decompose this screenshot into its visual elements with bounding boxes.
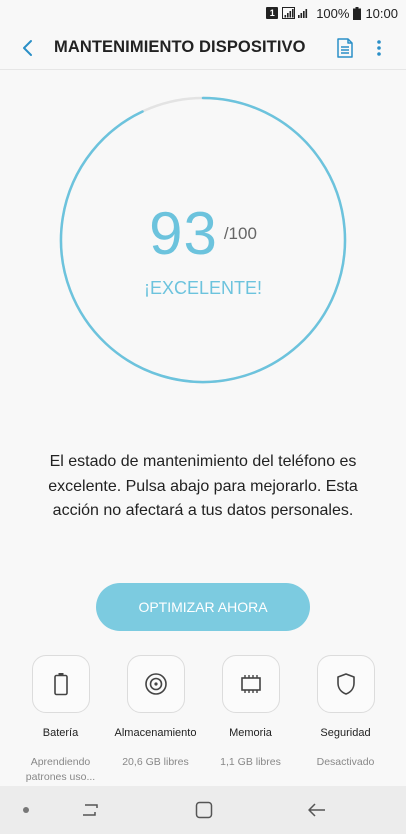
battery-percent: 100%: [316, 5, 350, 21]
app-bar: MANTENIMIENTO DISPOSITIVO: [0, 26, 406, 70]
back-icon: [308, 803, 325, 817]
status-description: El estado de mantenimiento del teléfono …: [48, 453, 358, 519]
tile-icon-box: [126, 655, 185, 713]
clock: 10:00: [365, 5, 398, 21]
score-max: /100: [223, 224, 257, 243]
tile-storage[interactable]: Almacenamiento 20,6 GB libres: [108, 655, 203, 785]
system-nav-bar: [0, 786, 406, 834]
score-value: 93: [149, 200, 218, 267]
score-rating: ¡EXCELENTE!: [143, 278, 263, 298]
battery-status-icon: [353, 6, 362, 20]
memory-chip-icon: [240, 675, 261, 693]
back-button[interactable]: [10, 26, 46, 70]
more-options-button[interactable]: [362, 26, 396, 70]
tile-security[interactable]: Seguridad Desactivado: [298, 655, 393, 785]
recent-apps-icon: [83, 804, 98, 816]
page-title: MANTENIMIENTO DISPOSITIVO: [54, 38, 306, 56]
recent-apps-button[interactable]: [70, 796, 110, 824]
signal-icon: [282, 6, 312, 20]
shield-icon: [336, 673, 355, 695]
nav-dot-indicator: [23, 807, 29, 813]
tile-memory[interactable]: Memoria 1,1 GB libres: [203, 655, 298, 785]
report-button[interactable]: [328, 26, 362, 70]
tile-icon-box: [31, 655, 90, 713]
tile-icon-box: [221, 655, 280, 713]
storage-icon: [144, 673, 167, 695]
tile-status: 20,6 GB libres: [122, 756, 189, 768]
tile-status: 1,1 GB libres: [220, 756, 281, 768]
more-vert-icon: [377, 39, 381, 56]
optimize-now-button[interactable]: OPTIMIZAR AHORA: [96, 583, 310, 631]
maintenance-tiles: Batería Aprendiendo patrones uso... Alma…: [13, 655, 393, 785]
home-icon: [195, 801, 213, 819]
tile-label: Batería: [42, 727, 79, 739]
tile-label: Memoria: [229, 727, 272, 739]
maintenance-score-gauge: 93 /100 ¡EXCELENTE!: [59, 96, 347, 384]
nav-back-button[interactable]: [297, 796, 337, 824]
battery-icon: [53, 673, 68, 696]
report-icon: [337, 37, 353, 58]
status-bar: 1 100% 10:00: [0, 0, 406, 26]
tile-status: Aprendiendo patrones uso...: [25, 756, 96, 783]
tile-battery[interactable]: Batería Aprendiendo patrones uso...: [13, 655, 108, 785]
home-button[interactable]: [184, 796, 224, 824]
tile-label: Seguridad: [320, 727, 371, 739]
tile-icon-box: [316, 655, 375, 713]
sim-indicator: 1: [266, 7, 279, 19]
back-arrow-icon: [23, 39, 32, 56]
tile-label: Almacenamiento: [114, 727, 197, 739]
tile-status: Desactivado: [316, 756, 375, 768]
